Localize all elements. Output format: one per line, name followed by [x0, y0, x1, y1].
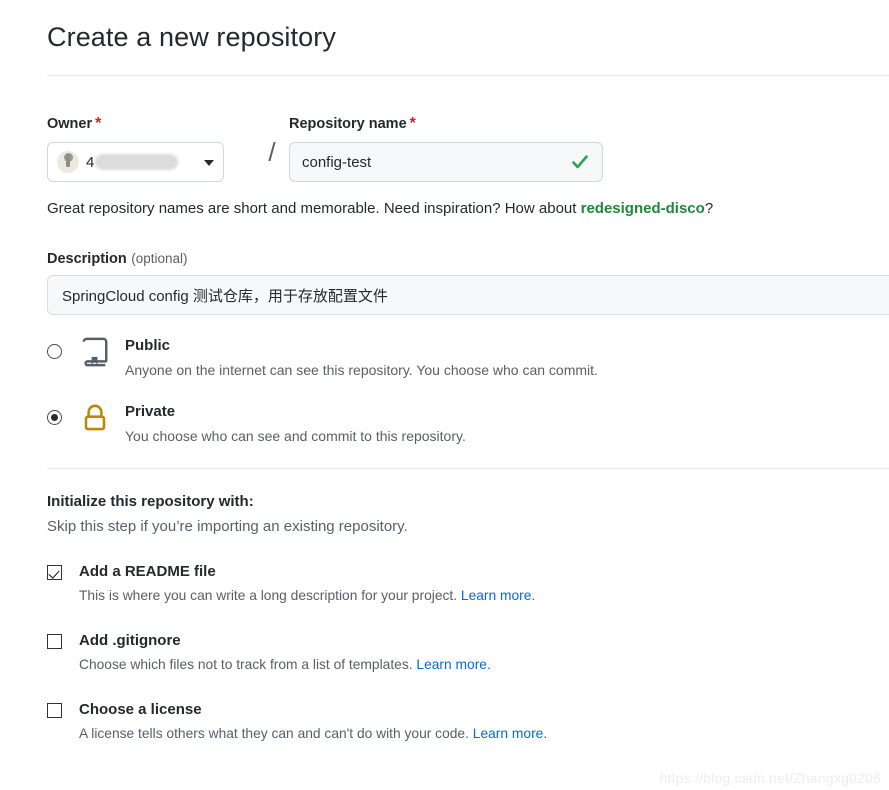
repository-name-row: Owner * 4 / Repository name * config-test: [47, 115, 889, 182]
repository-name-hint: Great repository names are short and mem…: [47, 198, 889, 219]
private-text-group: Private You choose who can see and commi…: [125, 402, 466, 446]
repository-name-label: Repository name *: [289, 115, 603, 136]
repository-name-input[interactable]: config-test: [289, 142, 603, 182]
visibility-options: Public Anyone on the internet can see th…: [47, 336, 889, 446]
readme-checkbox[interactable]: [47, 564, 62, 580]
private-title: Private: [125, 403, 176, 420]
initialize-options: Add a README file This is where you can …: [47, 562, 889, 744]
readme-learn-more-link[interactable]: Learn more.: [461, 588, 535, 603]
title-divider: [47, 75, 889, 76]
gitignore-description: Choose which files not to track from a l…: [79, 655, 889, 675]
chevron-down-icon: [204, 160, 214, 166]
license-row[interactable]: Choose a license: [47, 700, 889, 720]
gitignore-description-text: Choose which files not to track from a l…: [79, 657, 417, 672]
hint-text-before: Great repository names are short and mem…: [47, 200, 581, 217]
gitignore-label: Add .gitignore: [79, 632, 181, 649]
separator-text: /: [268, 137, 276, 167]
visibility-divider: [47, 468, 889, 469]
repo-book-icon: [80, 336, 112, 372]
repository-name-field-group: Repository name * config-test: [289, 115, 603, 182]
description-input[interactable]: SpringCloud config 测试仓库，用于存放配置文件: [47, 275, 889, 315]
owner-select[interactable]: 4: [47, 142, 224, 182]
initialize-title: Initialize this repository with:: [47, 493, 254, 510]
owner-name-text: 4: [86, 153, 179, 171]
license-label: Choose a license: [79, 701, 202, 718]
description-label-text: Description: [47, 251, 127, 267]
public-radio[interactable]: [47, 344, 62, 359]
owner-name-redaction: [95, 153, 179, 170]
readme-description: This is where you can write a long descr…: [79, 586, 889, 606]
description-field-group: Description (optional) SpringCloud confi…: [47, 250, 889, 315]
public-description: Anyone on the internet can see this repo…: [125, 362, 598, 378]
lock-icon: [80, 402, 112, 438]
page-title: Create a new repository: [47, 22, 336, 52]
user-avatar-icon: [57, 151, 79, 173]
license-learn-more-link[interactable]: Learn more.: [473, 726, 547, 741]
gitignore-row[interactable]: Add .gitignore: [47, 631, 889, 651]
visibility-option-public[interactable]: Public Anyone on the internet can see th…: [47, 336, 889, 380]
owner-repo-separator: /: [255, 115, 289, 175]
suggested-name-link[interactable]: redesigned-disco: [581, 200, 705, 217]
repository-name-required-marker: *: [409, 115, 416, 132]
owner-label-text: Owner: [47, 116, 93, 132]
visibility-option-private[interactable]: Private You choose who can see and commi…: [47, 402, 889, 446]
initialize-subtitle: Skip this step if you’re importing an ex…: [47, 518, 408, 535]
hint-text-after: ?: [704, 200, 714, 217]
description-value: SpringCloud config 测试仓库，用于存放配置文件: [62, 287, 388, 305]
gitignore-checkbox[interactable]: [47, 633, 62, 649]
owner-required-marker: *: [95, 115, 102, 132]
public-title: Public: [125, 337, 171, 354]
initialize-item-license: Choose a license A license tells others …: [47, 700, 889, 744]
initialize-item-gitignore: Add .gitignore Choose which files not to…: [47, 631, 889, 675]
private-description: You choose who can see and commit to thi…: [125, 428, 466, 444]
license-checkbox[interactable]: [47, 702, 62, 718]
watermark: https://blog.csdn.net/Zhangxg0206: [659, 770, 881, 786]
repository-name-label-text: Repository name: [289, 116, 407, 132]
public-text-group: Public Anyone on the internet can see th…: [125, 336, 598, 380]
readme-label: Add a README file: [79, 563, 216, 580]
owner-name-value: 4: [86, 153, 95, 171]
readme-row[interactable]: Add a README file: [47, 562, 889, 582]
check-icon: [572, 155, 588, 169]
initialize-section: Initialize this repository with: Skip th…: [47, 491, 889, 744]
create-repository-page: Create a new repository Owner * 4 / Repos…: [0, 0, 889, 790]
owner-label: Owner *: [47, 115, 255, 136]
initialize-item-readme: Add a README file This is where you can …: [47, 562, 889, 606]
description-label: Description (optional): [47, 250, 889, 268]
license-description-text: A license tells others what they can and…: [79, 726, 473, 741]
repository-name-value: config-test: [302, 153, 372, 171]
description-optional-text: (optional): [131, 251, 188, 266]
gitignore-learn-more-link[interactable]: Learn more.: [416, 657, 490, 672]
private-radio[interactable]: [47, 410, 62, 425]
license-description: A license tells others what they can and…: [79, 724, 889, 744]
owner-field-group: Owner * 4: [47, 115, 255, 182]
readme-description-text: This is where you can write a long descr…: [79, 588, 461, 603]
